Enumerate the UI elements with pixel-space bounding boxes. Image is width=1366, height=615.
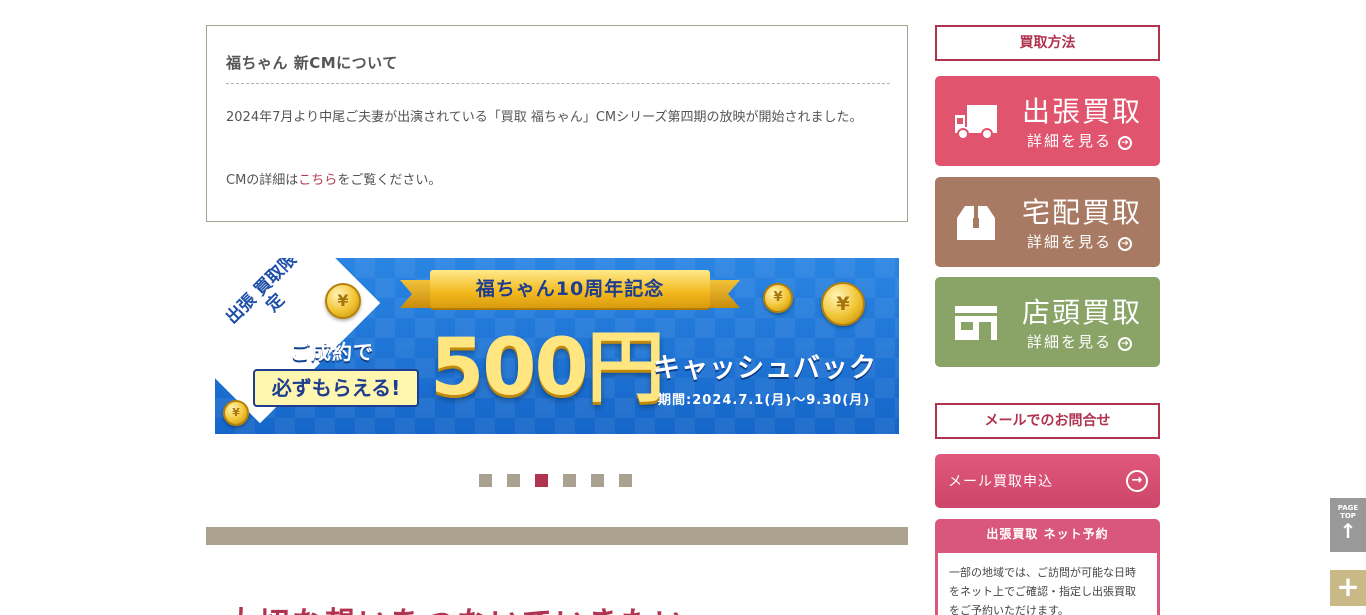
notice-detail-suffix: をご覧ください。 <box>337 173 442 188</box>
slider-dot[interactable] <box>591 474 604 487</box>
slider-dot[interactable] <box>479 474 492 487</box>
coin-icon <box>821 282 865 326</box>
card-delivery-purchase[interactable]: 宅配買取 詳細を見る ➔ <box>935 177 1160 267</box>
card-title: 出張買取 <box>1022 95 1143 128</box>
news-notice-box: 福ちゃん 新CMについて 2024年7月より中尾ご夫妻が出演されている「買取 福… <box>206 25 908 222</box>
card-more-label: 詳細を見る <box>1027 333 1113 351</box>
card-visit-purchase[interactable]: 出張買取 詳細を見る ➔ <box>935 76 1160 166</box>
anniversary-ribbon: 福ちゃん10周年記念 <box>400 266 740 312</box>
section-heading: 大切な想いをつないでいきたい <box>226 598 687 615</box>
mail-button-label: メール買取申込 <box>948 474 1053 490</box>
arrow-right-icon: ➔ <box>1118 237 1133 251</box>
section-divider <box>206 527 908 545</box>
mail-inquiry-heading: メールでのお問合せ <box>935 403 1160 439</box>
card-more-label: 詳細を見る <box>1027 233 1113 251</box>
notice-body: 2024年7月より中尾ご夫妻が出演されている「買取 福ちゃん」CMシリーズ第四期… <box>226 110 863 125</box>
net-reservation-box[interactable]: 出張買取 ネット予約 一部の地域では、ご訪問が可能な日時をネット上でご確認・指定… <box>935 519 1160 615</box>
arrow-right-icon: ➔ <box>1118 136 1133 150</box>
banner-period: 期間:2024.7.1(月)〜9.30(月) <box>658 393 871 408</box>
ribbon-text: 福ちゃん10周年記念 <box>475 278 665 300</box>
page-top-label: PAGE TOP <box>1337 504 1359 520</box>
purchase-methods-heading: 買取方法 <box>935 25 1160 61</box>
arrow-up-icon: ↑ <box>1339 519 1357 543</box>
banner-amount: 500円 <box>430 323 665 413</box>
slider-dot[interactable] <box>619 474 632 487</box>
coin-icon <box>223 400 249 426</box>
banner-subtext: ご成約で <box>290 340 374 364</box>
campaign-banner[interactable]: 出張 買取限定 福ちゃん10周年記念 ご成約で 必ずもらえる! 500円 キャッ… <box>215 258 899 434</box>
slider-dot[interactable] <box>535 474 548 487</box>
plus-button[interactable]: + <box>1330 570 1366 606</box>
card-more-link[interactable]: 詳細を見る ➔ <box>1027 331 1133 352</box>
banner-pill: 必ずもらえる! <box>253 369 419 407</box>
card-title: 店頭買取 <box>1022 296 1143 329</box>
store-icon <box>955 306 997 340</box>
box-icon <box>957 206 995 240</box>
card-store-purchase[interactable]: 店頭買取 詳細を見る ➔ <box>935 277 1160 367</box>
card-more-label: 詳細を見る <box>1027 132 1113 150</box>
reservation-title: 出張買取 ネット予約 <box>986 527 1109 541</box>
coin-icon <box>763 283 793 313</box>
card-title: 宅配買取 <box>1022 196 1143 229</box>
slider-dot[interactable] <box>563 474 576 487</box>
arrow-right-icon: ➔ <box>1118 337 1133 351</box>
card-more-link[interactable]: 詳細を見る ➔ <box>1027 231 1133 252</box>
coin-icon <box>325 283 361 319</box>
truck-icon <box>955 105 997 140</box>
card-more-link[interactable]: 詳細を見る ➔ <box>1027 130 1133 151</box>
notice-detail-link[interactable]: こちら <box>298 173 337 188</box>
page-top-button[interactable]: PAGE TOP ↑ <box>1330 498 1366 552</box>
slider-pagination <box>479 474 632 487</box>
mail-purchase-button[interactable]: メール買取申込 → <box>935 454 1160 508</box>
notice-detail-line: CMの詳細はこちらをご覧ください。 <box>226 168 441 194</box>
reservation-description: 一部の地域では、ご訪問が可能な日時をネット上でご確認・指定し出張買取をご予約いた… <box>938 553 1157 615</box>
banner-cashback: キャッシュバック <box>653 353 877 384</box>
arrow-right-icon: → <box>1126 470 1148 492</box>
notice-title: 福ちゃん 新CMについて <box>226 52 890 84</box>
notice-detail-prefix: CMの詳細は <box>226 173 299 188</box>
slider-dot[interactable] <box>507 474 520 487</box>
